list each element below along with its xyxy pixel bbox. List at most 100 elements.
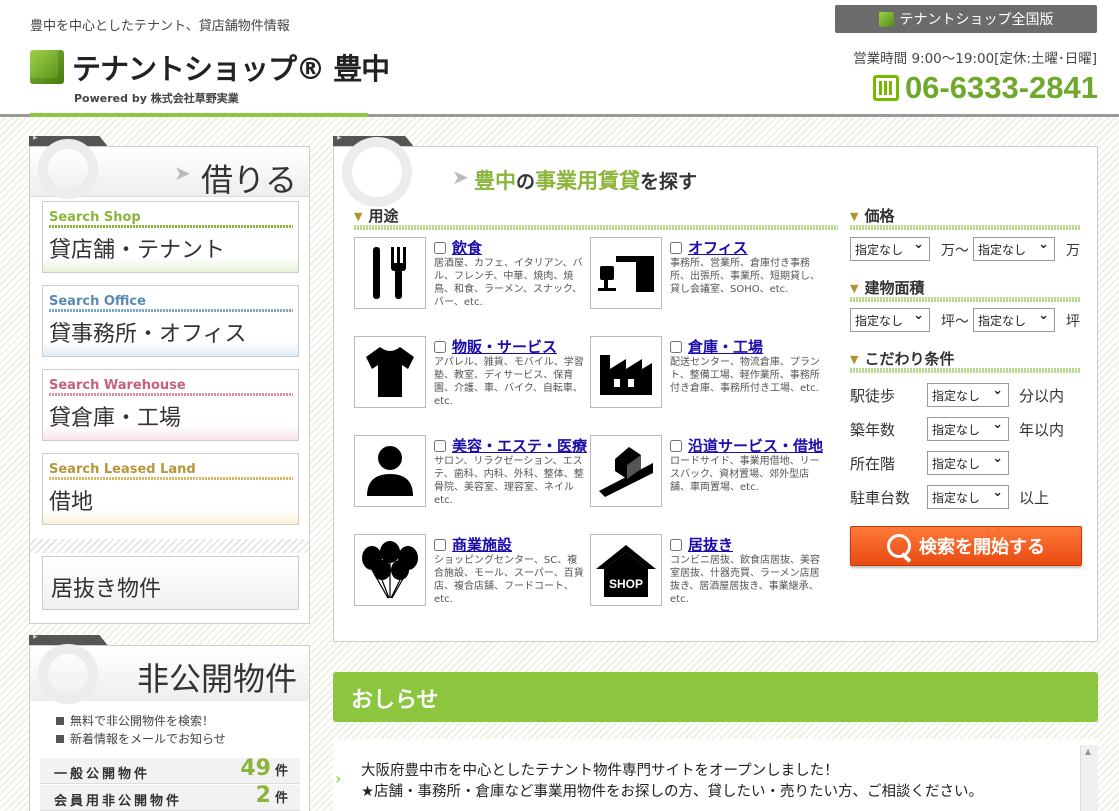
usage-inuki-label[interactable]: 居抜き — [670, 534, 733, 555]
usage-beauty: 美容・エステ・医療 サロン、リラクゼーション、エステ、歯科、内科、外科、整体、整… — [354, 435, 587, 513]
cube-icon — [878, 11, 894, 27]
title-area: 豊中 — [474, 169, 516, 193]
usage-heading: 用途 — [354, 205, 398, 226]
usage-beauty-checkbox[interactable] — [434, 440, 446, 452]
stat-label: 会員用非公開物件 — [54, 794, 183, 809]
national-site-label: テナントショップ全国版 — [899, 12, 1054, 28]
news-scrollbar[interactable] — [1080, 745, 1098, 811]
usage-roadside-label[interactable]: 沿道サービス・借地 — [670, 435, 823, 456]
search-start-button[interactable]: 検索を開始する — [850, 526, 1082, 566]
stat-label: 一般公開物件 — [54, 767, 151, 782]
usage-retail-label[interactable]: 物販・サービス — [434, 336, 557, 357]
balloons-icon — [354, 534, 426, 606]
divider — [49, 309, 293, 312]
chevron-right-icon: › — [335, 769, 342, 788]
usage-food-label[interactable]: 飲食 — [434, 237, 482, 258]
national-site-button[interactable]: テナントショップ全国版 — [835, 5, 1097, 33]
search-shop-jp: 貸店舗・テナント — [49, 238, 226, 263]
phone[interactable]: 06-6333-2841 — [836, 70, 1098, 106]
search-title: 豊中の事業用賃貸を探す — [474, 165, 697, 195]
usage-roadside-desc: ロードサイド、事業用借地、リースバック、資材置場、郊外型店舗、車両置場、etc. — [670, 456, 820, 493]
arrow-icon: ➤ — [452, 165, 469, 189]
price-max-select[interactable]: 指定なし — [973, 237, 1055, 261]
usage-beauty-link[interactable]: 美容・エステ・医療 — [452, 437, 587, 455]
usage-food-desc: 居酒屋、カフェ、イタリアン、バル、フレンチ、中華、焼肉、焼鳥、和食、ラーメン、ス… — [434, 258, 583, 308]
fork-knife-icon — [354, 237, 426, 309]
shop-house-icon: SHOP — [590, 534, 662, 606]
search-shop-button[interactable]: Search Shop 貸店舗・テナント — [42, 201, 299, 273]
conditions-heading: こだわり条件 — [850, 348, 954, 369]
cond-parking-unit: 以上 — [1019, 489, 1050, 507]
usage-commercial-checkbox[interactable] — [434, 539, 446, 551]
usage-retail-link[interactable]: 物販・サービス — [452, 338, 557, 356]
price-from-unit: 万〜 — [941, 243, 969, 259]
usage-beauty-label[interactable]: 美容・エステ・医療 — [434, 435, 587, 456]
svg-text:SHOP: SHOP — [609, 577, 643, 591]
area-max-select[interactable]: 指定なし — [973, 308, 1055, 332]
price-heading: 価格 — [850, 205, 894, 226]
cond-floor-select[interactable]: 指定なし — [927, 451, 1009, 475]
stat-count: 2件 — [256, 783, 288, 808]
usage-office-checkbox[interactable] — [670, 242, 682, 254]
usage-roadside: 沿道サービス・借地 ロードサイド、事業用借地、リースバック、資材置場、郊外型店舗… — [590, 435, 823, 513]
search-office-en: Search Office — [49, 294, 146, 309]
nonpublic-bullet: 無料で非公開物件を検索！ — [56, 712, 214, 729]
usage-warehouse-checkbox[interactable] — [670, 341, 682, 353]
arrow-icon: ➤ — [174, 161, 191, 185]
usage-office: オフィス 事務所、営業所、倉庫付き事務所、出張所、事業所、短期貸し、貸し会議室、… — [590, 237, 820, 315]
news-title: おしらせ — [351, 688, 439, 713]
usage-warehouse-link[interactable]: 倉庫・工場 — [688, 338, 763, 356]
cond-station-unit: 分以内 — [1019, 387, 1065, 405]
stat-public[interactable]: 一般公開物件 49 件 — [40, 756, 300, 784]
usage-commercial-desc: ショッピングセンター、SC、複合施設、モール、スーパー、百貨店、複合店舗、フード… — [434, 555, 584, 605]
news-header: おしらせ — [333, 672, 1098, 722]
tshirt-icon — [354, 336, 426, 408]
usage-roadside-checkbox[interactable] — [670, 440, 682, 452]
divider — [354, 225, 838, 230]
stat-members[interactable]: 会員用非公開物件 2件 — [40, 783, 300, 811]
news-item-line[interactable]: ★店舗・事務所・倉庫など事業用物件をお探しの方、貸したい・売りたい方、ご相談くだ… — [361, 780, 983, 801]
divider — [49, 225, 293, 228]
cond-station-label: 駅徒歩 — [850, 387, 896, 405]
divider-stripe — [30, 539, 309, 553]
price-min-select[interactable]: 指定なし — [850, 237, 930, 261]
phone-icon — [872, 75, 899, 101]
cond-age-select[interactable]: 指定なし — [927, 417, 1009, 441]
divider — [49, 393, 293, 396]
usage-commercial-link[interactable]: 商業施設 — [452, 536, 512, 554]
usage-commercial-label[interactable]: 商業施設 — [434, 534, 512, 555]
usage-retail-checkbox[interactable] — [434, 341, 446, 353]
search-office-button[interactable]: Search Office 貸事務所・オフィス — [42, 285, 299, 357]
road-building-icon — [590, 435, 662, 507]
usage-office-label[interactable]: オフィス — [670, 237, 748, 258]
usage-food-link[interactable]: 飲食 — [452, 239, 482, 257]
search-warehouse-en: Search Warehouse — [49, 378, 186, 393]
magnifier-watermark-icon — [342, 137, 412, 207]
price-to-unit: 万 — [1066, 243, 1080, 259]
usage-inuki-checkbox[interactable] — [670, 539, 682, 551]
usage-office-link[interactable]: オフィス — [688, 239, 748, 257]
news-item-line[interactable]: 大阪府豊中市を中心としたテナント物件専門サイトをオープンしました！ — [361, 759, 839, 780]
desk-icon — [590, 237, 662, 309]
inuki-button[interactable]: 居抜き物件 — [42, 556, 299, 610]
usage-inuki-link[interactable]: 居抜き — [688, 536, 733, 554]
usage-food-checkbox[interactable] — [434, 242, 446, 254]
area-min-select[interactable]: 指定なし — [850, 308, 930, 332]
logo[interactable]: テナントショップ® 豊中 Powered by 株式会社草野実業 — [30, 46, 390, 106]
header: 豊中を中心としたテナント、貸店舗物件情報 テナントショップ® 豊中 Powere… — [0, 0, 1119, 117]
usage-roadside-link[interactable]: 沿道サービス・借地 — [688, 437, 823, 455]
nonpublic-bullet: 新着情報をメールでお知らせ — [56, 730, 226, 747]
divider — [850, 225, 1080, 230]
usage-commercial: 商業施設 ショッピングセンター、SC、複合施設、モール、スーパー、百貨店、複合店… — [354, 534, 584, 612]
search-start-label: 検索を開始する — [919, 537, 1045, 558]
usage-warehouse-label[interactable]: 倉庫・工場 — [670, 336, 763, 357]
rent-panel: ➤ 借りる Search Shop 貸店舗・テナント Search Office… — [29, 139, 310, 624]
cond-parking-select[interactable]: 指定なし — [927, 485, 1009, 509]
cond-station-select[interactable]: 指定なし — [927, 383, 1009, 407]
search-warehouse-button[interactable]: Search Warehouse 貸倉庫・工場 — [42, 369, 299, 441]
nonpublic-panel: 非公開物件 無料で非公開物件を検索！ 新着情報をメールでお知らせ 一般公開物件 … — [29, 644, 310, 811]
rent-title: 借りる — [200, 161, 297, 199]
title-search: を探す — [640, 171, 698, 193]
search-land-button[interactable]: Search Leased Land 借地 — [42, 453, 299, 525]
usage-inuki-desc: コンビニ居抜、飲食店居抜、美容室居抜、什器売買、ラーメン店居抜き、居酒屋居抜き、… — [670, 555, 820, 605]
